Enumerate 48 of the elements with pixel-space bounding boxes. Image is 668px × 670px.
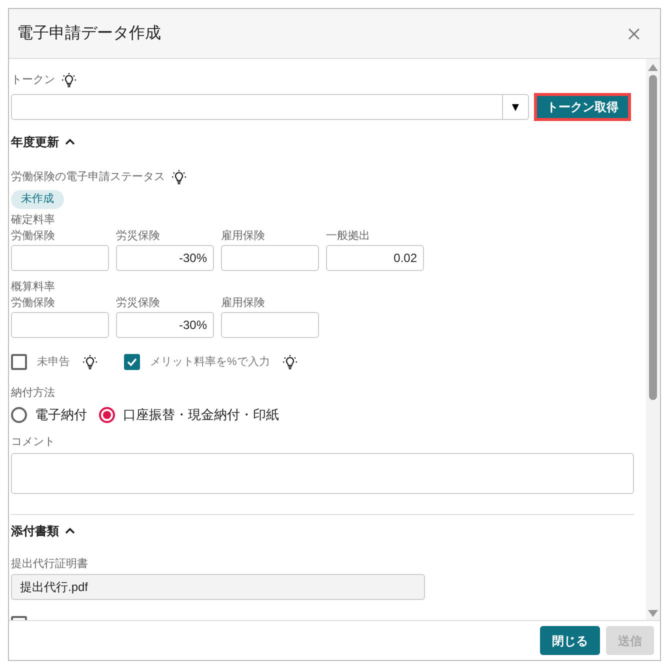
field-label: 労災保険 (116, 296, 161, 311)
section-title: 年度更新 (11, 134, 59, 151)
comment-field[interactable] (11, 453, 634, 494)
field-label: 労働保険 (11, 229, 56, 244)
close-icon[interactable] (628, 28, 640, 40)
lightbulb-icon[interactable] (282, 354, 298, 370)
input-field[interactable]: -30% (116, 312, 214, 338)
field-label: 一般拠出 (326, 229, 371, 244)
lightbulb-icon[interactable] (171, 169, 187, 185)
checkbox-label: メリット料率を%で入力 (150, 354, 270, 370)
field-label: 雇用保険 (221, 228, 266, 244)
checkbox-label: 未申告 (37, 354, 70, 370)
lightbulb-icon[interactable] (82, 354, 98, 370)
token-dropdown[interactable]: ▼ (11, 94, 529, 120)
lightbulb-icon[interactable] (61, 72, 77, 88)
section-title: 添付書類 (11, 523, 59, 540)
status-badge: 未作成 (11, 190, 64, 209)
get-token-button[interactable]: トークン取得 (534, 93, 631, 121)
input-field[interactable]: -30% (116, 245, 214, 271)
field-label: 労働保険 (11, 296, 56, 311)
input-field[interactable] (221, 245, 319, 271)
check-icon (126, 356, 138, 368)
field-label: 労働保険の電子申請ステータス (11, 170, 165, 185)
file-field[interactable]: 提出代行.pdf (11, 574, 425, 600)
scroll-up-icon[interactable] (648, 63, 658, 71)
field-label: コメント (11, 435, 56, 450)
radio-label: 口座振替・現金納付・印紙 (123, 406, 279, 424)
scroll-thumb[interactable] (649, 75, 657, 400)
radio-button[interactable] (11, 407, 27, 423)
section-label: 確定料率 (11, 212, 56, 228)
scrollbar[interactable] (646, 59, 660, 620)
field-label: 提出代行証明書 (11, 557, 89, 572)
dialog-title: 電子申請データ作成 (17, 24, 161, 44)
section-label: 概算料率 (11, 280, 56, 295)
radio-label: 電子納付 (35, 406, 87, 424)
field-label: 雇用保険 (221, 296, 266, 311)
input-field[interactable] (11, 245, 109, 271)
radio-button[interactable] (99, 407, 115, 423)
field-label: 納付方法 (11, 386, 56, 401)
checkbox[interactable] (11, 354, 27, 370)
field-label: トークン (11, 72, 55, 88)
input-field[interactable] (11, 312, 109, 338)
scroll-down-icon[interactable] (648, 610, 658, 618)
footer-button[interactable]: 閉じる (540, 626, 600, 655)
field-label: 労災保険 (116, 229, 161, 244)
checkbox[interactable] (124, 354, 140, 370)
input-field[interactable] (221, 312, 319, 338)
input-field[interactable]: 0.02 (326, 245, 424, 271)
